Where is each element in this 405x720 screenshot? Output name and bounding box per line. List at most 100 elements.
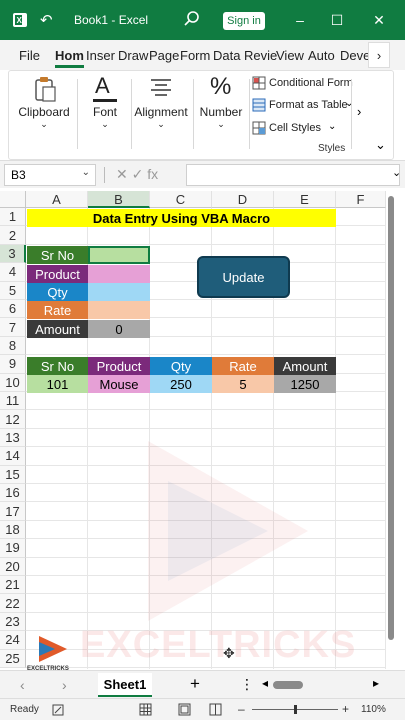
row-header[interactable]: 16 [0, 484, 26, 503]
normal-view-icon[interactable] [139, 703, 152, 716]
row-header[interactable]: 1 [0, 208, 26, 227]
tab-data[interactable]: Data [213, 48, 240, 63]
tab-insert[interactable]: Inser [86, 48, 115, 63]
form-label-sr-no[interactable]: Sr No [27, 246, 88, 264]
form-label-product[interactable]: Product [27, 265, 88, 283]
font-group[interactable]: A Font ⌄ [81, 71, 129, 159]
row-header[interactable]: 6 [0, 300, 26, 319]
tab-review[interactable]: Revie [244, 48, 277, 63]
table-header-qty[interactable]: Qty [150, 357, 212, 375]
minimize-button[interactable]: – [290, 10, 310, 30]
form-input-product[interactable] [88, 265, 150, 283]
row-header[interactable]: 20 [0, 557, 26, 576]
row-header[interactable]: 9 [0, 355, 26, 374]
add-sheet-button[interactable]: + [190, 674, 200, 694]
row-header[interactable]: 17 [0, 502, 26, 521]
table-cell[interactable]: 101 [27, 375, 88, 393]
column-header-e[interactable]: E [274, 191, 336, 208]
tab-file[interactable]: File [19, 48, 40, 63]
cell-styles-button[interactable]: Cell Styles [269, 122, 321, 134]
tab-draw[interactable]: Draw [118, 48, 148, 63]
row-header[interactable]: 7 [0, 318, 26, 337]
maximize-button[interactable]: ☐ [327, 10, 347, 30]
row-header[interactable]: 14 [0, 447, 26, 466]
row-header[interactable]: 24 [0, 631, 26, 650]
table-cell[interactable]: Mouse [88, 375, 150, 393]
table-header-amount[interactable]: Amount [274, 357, 336, 375]
vertical-scroll-thumb[interactable] [388, 196, 394, 640]
column-header-b[interactable]: B [88, 191, 150, 208]
tab-automate[interactable]: Auto [308, 48, 335, 63]
form-input-sr-no[interactable] [88, 246, 150, 264]
row-header[interactable]: 15 [0, 465, 26, 484]
row-header[interactable]: 21 [0, 576, 26, 595]
page-break-view-icon[interactable] [209, 703, 222, 716]
tab-formulas[interactable]: Form [180, 48, 210, 63]
number-group[interactable]: % Number ⌄ [193, 71, 249, 159]
format-as-table-button[interactable]: Format as Table [269, 99, 348, 111]
row-header[interactable]: 3 [0, 244, 26, 264]
column-header-c[interactable]: C [150, 191, 212, 208]
update-button[interactable]: Update [197, 256, 290, 298]
horizontal-scrollbar[interactable] [270, 681, 365, 689]
row-header[interactable]: 19 [0, 539, 26, 558]
expand-formula-bar-icon[interactable]: ⌄ [392, 166, 401, 179]
table-header-sr-no[interactable]: Sr No [27, 357, 88, 375]
row-header[interactable]: 23 [0, 612, 26, 632]
row-header[interactable]: 12 [0, 410, 26, 429]
row-header[interactable]: 18 [0, 520, 26, 540]
tab-home[interactable]: Hom [55, 48, 84, 68]
tab-view[interactable]: View [276, 48, 304, 63]
sheet-title[interactable]: Data Entry Using VBA Macro [27, 209, 336, 227]
tab-developer[interactable]: Deve [340, 48, 370, 63]
row-header[interactable]: 5 [0, 281, 26, 300]
form-input-qty[interactable] [88, 283, 150, 301]
column-header-a[interactable]: A [26, 191, 88, 208]
table-header-product[interactable]: Product [88, 357, 150, 375]
conditional-formatting-button[interactable]: Conditional Form [269, 77, 353, 89]
row-header[interactable]: 25 [0, 649, 26, 668]
row-header[interactable]: 8 [0, 336, 26, 356]
form-input-rate[interactable] [88, 301, 150, 319]
column-header-f[interactable]: F [336, 191, 386, 208]
sheet-tab-sheet1[interactable]: Sheet1 [98, 673, 152, 697]
accessibility-icon[interactable] [52, 704, 64, 716]
row-header[interactable]: 10 [0, 373, 26, 392]
name-box-dropdown-icon[interactable]: ⌄ [82, 167, 90, 178]
zoom-level[interactable]: 110% [361, 704, 386, 715]
sign-in-button[interactable]: Sign in [223, 12, 265, 30]
formula-actions[interactable]: ✕ ✓ fx [116, 166, 158, 183]
search-icon[interactable] [183, 10, 201, 28]
table-cell[interactable]: 250 [150, 375, 212, 393]
zoom-slider-thumb[interactable] [294, 705, 297, 714]
clipboard-group[interactable]: Clipboard ⌄ [13, 71, 75, 159]
row-header[interactable]: 4 [0, 263, 26, 282]
table-cell[interactable]: 5 [212, 375, 274, 393]
vertical-scrollbar[interactable] [387, 196, 395, 666]
zoom-out-button[interactable]: – [238, 702, 245, 716]
tab-page-layout[interactable]: Page [149, 48, 179, 63]
column-header-d[interactable]: D [212, 191, 274, 208]
undo-icon[interactable]: ↶ [40, 11, 53, 29]
tabs-scroll-right-button[interactable]: › [368, 42, 390, 68]
sheet-options-icon[interactable]: ⋮ [240, 676, 254, 693]
horizontal-scroll-thumb[interactable] [273, 681, 303, 689]
ribbon-scroll-right-icon[interactable]: › [357, 104, 361, 119]
name-box[interactable]: B3 ⌄ [4, 164, 96, 186]
row-header[interactable]: 13 [0, 428, 26, 448]
sheet-prev-icon[interactable]: ‹ [20, 677, 25, 693]
page-layout-view-icon[interactable] [178, 703, 191, 716]
close-button[interactable]: ✕ [369, 10, 389, 30]
collapse-ribbon-icon[interactable]: ⌄ [375, 137, 386, 153]
row-header[interactable]: 22 [0, 594, 26, 613]
form-label-rate[interactable]: Rate [27, 301, 88, 319]
formula-input[interactable] [186, 164, 400, 186]
scroll-left-icon[interactable]: ◂ [262, 676, 268, 690]
sheet-next-icon[interactable]: › [62, 677, 67, 693]
row-header[interactable]: 2 [0, 226, 26, 245]
scroll-right-icon[interactable]: ▸ [373, 676, 379, 690]
form-label-amount[interactable]: Amount [27, 320, 88, 338]
alignment-group[interactable]: Alignment ⌄ [129, 71, 193, 159]
form-input-amount[interactable]: 0 [88, 320, 150, 338]
table-header-rate[interactable]: Rate [212, 357, 274, 375]
